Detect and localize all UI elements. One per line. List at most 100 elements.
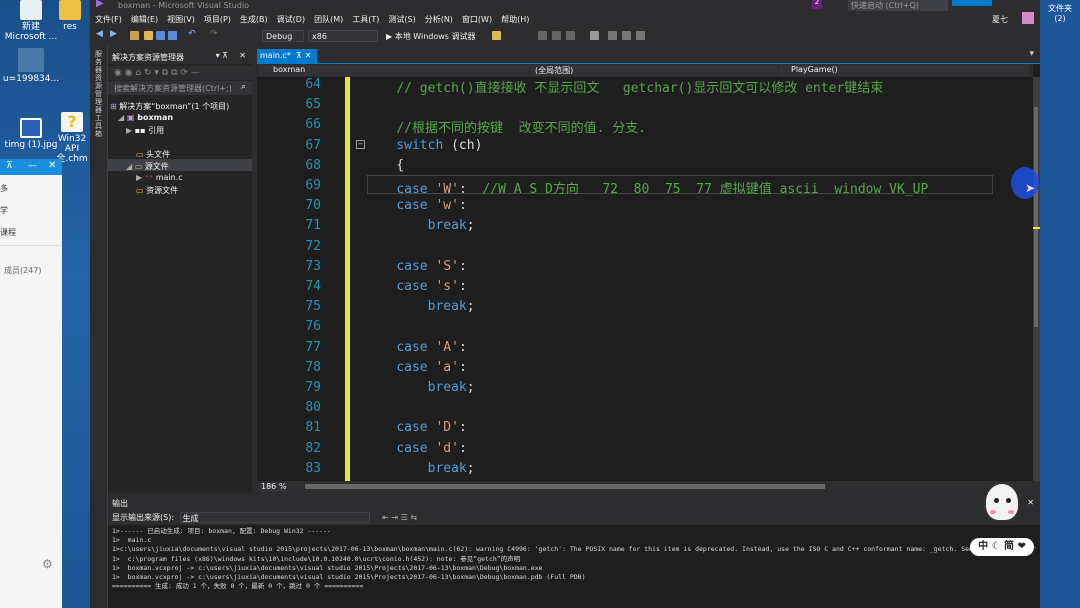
collapse-toggle[interactable]: − bbox=[356, 140, 365, 149]
close-icon[interactable]: ✕ bbox=[48, 160, 56, 171]
toolbar-icon[interactable] bbox=[552, 31, 561, 40]
toolbar-icons[interactable]: ◉ ◉ ⌂ ↻ ▾ ⧉ ⧉ ⟳ — bbox=[114, 68, 200, 78]
toolbar-icon[interactable] bbox=[538, 31, 547, 40]
menu-help[interactable]: 帮助(H) bbox=[501, 14, 529, 25]
code-line[interactable]: break; bbox=[365, 461, 475, 476]
code-line[interactable]: case 'w': bbox=[365, 198, 466, 213]
nav-function-select[interactable]: PlayGame() bbox=[779, 65, 1029, 76]
vertical-scrollbar[interactable] bbox=[1033, 77, 1040, 481]
chevron-down-icon[interactable]: ▾ bbox=[1029, 49, 1034, 59]
tree-source-files[interactable]: ◢ ▭ 源文件 bbox=[126, 161, 169, 172]
menu-edit[interactable]: 编辑(E) bbox=[131, 14, 158, 25]
toolbar-icon[interactable] bbox=[622, 31, 631, 40]
toolbar-icon[interactable] bbox=[492, 31, 501, 40]
code-area[interactable]: − 64 // getch()直接接收 不显示回文 getchar()显示回文可… bbox=[257, 77, 1033, 481]
user-name[interactable]: 夏七 bbox=[992, 14, 1008, 25]
menu-tools[interactable]: 工具(T) bbox=[352, 14, 379, 25]
menu-test[interactable]: 测试(S) bbox=[388, 14, 415, 25]
solution-explorer-title: 解决方案资源管理器 bbox=[112, 53, 184, 62]
output-source-select[interactable]: 生成 bbox=[179, 512, 370, 523]
minimize-icon[interactable]: — bbox=[28, 161, 37, 171]
menu-team[interactable]: 团队(M) bbox=[314, 14, 343, 25]
code-line[interactable]: break; bbox=[365, 380, 475, 395]
pin-icon[interactable]: ⊼ bbox=[6, 161, 13, 171]
code-line[interactable]: case 'a': bbox=[365, 360, 466, 375]
tree-resource-files[interactable]: ▭ 资源文件 bbox=[136, 185, 178, 196]
close-icon[interactable]: ✕ bbox=[305, 51, 312, 60]
start-debugging-button[interactable]: ▶ 本地 Windows 调试器 bbox=[386, 31, 476, 42]
menu-analyze[interactable]: 分析(N) bbox=[425, 14, 453, 25]
platform-select[interactable]: x86 bbox=[308, 30, 378, 42]
tree-references[interactable]: ▶ ▪▪ 引用 bbox=[126, 125, 164, 136]
pin-icon[interactable]: ⊼ bbox=[296, 51, 302, 60]
save-icon[interactable] bbox=[156, 31, 165, 40]
pin-icon[interactable]: ▾ ⊼ bbox=[216, 51, 228, 60]
undo-icon[interactable]: ↶ bbox=[188, 29, 197, 39]
menu-build[interactable]: 生成(B) bbox=[240, 14, 268, 25]
chevron-right-icon[interactable]: ▶ bbox=[136, 173, 145, 182]
nav-project-select[interactable]: boxman bbox=[259, 65, 529, 76]
avatar[interactable] bbox=[1022, 12, 1034, 24]
group-members-count[interactable]: 成员(247) bbox=[4, 265, 42, 276]
code-line[interactable]: break; bbox=[365, 299, 475, 314]
search-icon[interactable]: ⌕ bbox=[241, 82, 246, 92]
menu-project[interactable]: 项目(P) bbox=[204, 14, 231, 25]
horizontal-scrollbar[interactable] bbox=[305, 484, 825, 489]
nav-scope-select[interactable]: (全局范围) bbox=[531, 65, 777, 76]
desktop-icon-res[interactable]: res bbox=[50, 0, 90, 32]
notification-badge[interactable]: 2 bbox=[812, 0, 822, 9]
ime-status-pill[interactable]: 中 ☾ 简 ❤ bbox=[970, 538, 1034, 556]
toolbar-icon[interactable] bbox=[636, 31, 645, 40]
code-line[interactable]: //根据不同的按键 改变不同的值. 分支. bbox=[365, 117, 646, 136]
expand-icon[interactable]: ◢ bbox=[126, 162, 135, 171]
menu-window[interactable]: 窗口(W) bbox=[462, 14, 492, 25]
code-line[interactable]: case 'd': bbox=[365, 441, 466, 456]
tree-project[interactable]: ◢ ▣ boxman bbox=[118, 113, 173, 122]
menu-view[interactable]: 视图(V) bbox=[167, 14, 195, 25]
back-icon[interactable]: ◀ bbox=[96, 29, 105, 39]
redo-icon[interactable]: ↷ bbox=[210, 29, 219, 39]
bookmark-icon[interactable] bbox=[590, 31, 599, 40]
code-line[interactable]: switch (ch) bbox=[365, 138, 482, 153]
solution-search-input[interactable]: 搜索解决方案资源管理器(Ctrl+;) bbox=[108, 81, 252, 95]
quick-launch-input[interactable]: 快速启动 (Ctrl+Q) bbox=[848, 0, 948, 11]
chevron-right-icon[interactable]: ▶ bbox=[126, 126, 135, 135]
settings-icon[interactable]: ⚙ bbox=[42, 557, 53, 571]
expand-icon[interactable]: ◢ bbox=[118, 113, 127, 122]
code-line[interactable]: // getch()直接接收 不显示回文 getchar()显示回文可以修改 e… bbox=[365, 77, 883, 96]
code-line[interactable]: case 's': bbox=[365, 279, 466, 294]
chat-panel-item[interactable]: 学 bbox=[0, 205, 8, 216]
code-line[interactable]: break; bbox=[365, 218, 475, 233]
chat-panel-item[interactable]: 课程 bbox=[0, 227, 16, 238]
save-all-icon[interactable] bbox=[168, 31, 177, 40]
output-log[interactable]: 1>------ 已启动生成: 项目: boxman, 配置: Debug Wi… bbox=[108, 525, 1040, 608]
server-explorer-tab[interactable]: 服务器资源管理器 工具箱 bbox=[95, 50, 103, 138]
zoom-select[interactable]: 186 % bbox=[259, 482, 287, 492]
menu-file[interactable]: 文件(F) bbox=[95, 14, 122, 25]
code-line[interactable]: case 'D': bbox=[365, 420, 466, 435]
desktop-icon-folder[interactable]: 文件夹 (2) bbox=[1040, 4, 1080, 24]
code-line[interactable]: case 'S': bbox=[365, 259, 466, 274]
desktop-icon-image[interactable]: u=199834... bbox=[0, 48, 62, 84]
tree-solution-root[interactable]: ⊞ 解决方案“boxman”(1 个项目) bbox=[110, 101, 229, 112]
menu-debug[interactable]: 调试(D) bbox=[277, 14, 305, 25]
scrollbar-thumb[interactable] bbox=[1034, 107, 1038, 327]
window-controls[interactable] bbox=[952, 0, 992, 6]
vertical-tool-tabs[interactable]: 服务器资源管理器 工具箱 bbox=[90, 46, 108, 608]
chat-panel-item[interactable]: 多 bbox=[0, 183, 8, 194]
code-line[interactable]: { bbox=[365, 158, 404, 173]
code-line[interactable]: case 'W': //W A S D方向 72 80 75 77 虚拟键值 a… bbox=[365, 178, 928, 197]
tab-main-c[interactable]: main.c* ⊼ ✕ bbox=[257, 49, 317, 63]
toolbar-icon[interactable] bbox=[566, 31, 575, 40]
new-project-icon[interactable] bbox=[130, 31, 139, 40]
open-icon[interactable] bbox=[144, 31, 153, 40]
line-number: 74 bbox=[305, 279, 321, 294]
toolbar-icon[interactable] bbox=[608, 31, 617, 40]
tree-main-c[interactable]: ▶ ⁺⁺ main.c bbox=[136, 173, 183, 182]
forward-icon[interactable]: ▶ bbox=[110, 29, 119, 39]
output-toolbar-icons[interactable]: ⇤ ⇥ ☰ ⇆ bbox=[382, 513, 417, 522]
code-line[interactable]: case 'A': bbox=[365, 340, 466, 355]
close-icon[interactable]: ✕ bbox=[239, 51, 246, 60]
desktop-icon-chm[interactable]: ? Win32 API 全.chm bbox=[52, 112, 90, 164]
config-select[interactable]: Debug bbox=[262, 30, 304, 42]
